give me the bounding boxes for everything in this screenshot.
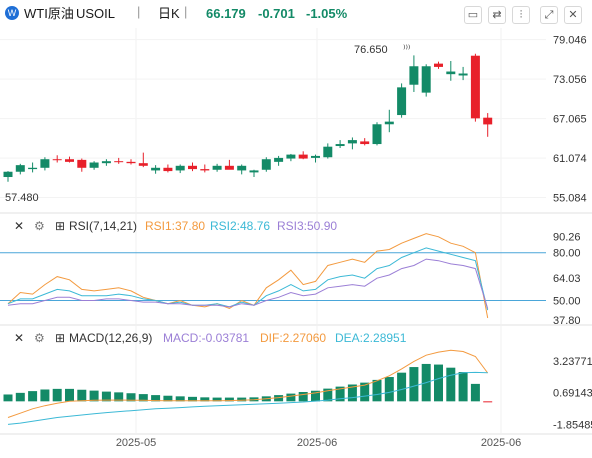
candle-body [212,165,222,170]
candle-body [114,161,124,163]
macd-histogram-bar [15,392,25,402]
x-axis-tick: 2025-06 [481,437,521,449]
candle-body [65,159,74,162]
price-axis-tick: 73.056 [553,74,587,86]
candle-body [483,117,493,125]
rsi-axis-tick: 37.80 [553,315,581,327]
candle-body [409,66,419,85]
rsi-axis-tick: 80.00 [553,248,581,260]
macd-title: MACD(12,26,9) [69,331,153,345]
macd-histogram-bar [89,390,99,402]
high-price-marker: ⁾⁾⁾ [403,44,410,55]
macd-histogram-bar [28,391,38,402]
price-axis-tick: 61.074 [553,153,587,165]
macd-axis-tick: 3.23771 [553,356,592,368]
macd-histogram-bar [286,393,296,402]
candle-body [188,165,197,170]
candle-body [40,159,50,168]
candle-body [421,66,431,93]
candle-body [126,161,136,164]
macd-histogram-bar [409,367,419,402]
candle-body [138,163,148,166]
macd-histogram-bar [372,379,382,402]
candle-body [163,167,173,172]
candle-body [397,87,407,116]
candle-body [384,121,394,125]
price-axis-tick: 55.084 [553,193,587,205]
rsi-settings-icon[interactable]: ⚙ [34,219,45,233]
candle-body [274,157,284,162]
macd-settings-icon[interactable]: ⚙ [34,331,45,345]
macd-histogram-bar [52,388,62,402]
candle-body [52,159,62,161]
macd-toggle-icon[interactable]: ⊞ [55,331,65,345]
candle-body [77,159,87,168]
chart-app: W WTI原油 USOIL | 日K | 66.179 -0.701 -1.05… [0,0,592,458]
rsi-collapse-icon[interactable]: ✕ [14,219,24,233]
macd-histogram-bar [397,372,407,402]
price-candles [3,53,493,182]
macd-histogram-bar [40,389,50,402]
macd-value: MACD:-0.03781 [163,331,250,345]
macd-histogram-bar [3,394,13,402]
dea-value: DEA:2.28951 [335,331,407,345]
candle-body [101,161,111,164]
annotations: 76.650 ⁾⁾⁾ 57.480 [5,44,410,204]
macd-histogram-bar [384,377,394,402]
rsi2-value: RSI2:48.76 [210,219,271,233]
candle-body [360,141,370,145]
candle-body [446,71,456,75]
rsi-line-rsi1 [7,233,489,319]
macd-histogram-bar [446,367,456,402]
rsi-toggle-icon[interactable]: ⊞ [55,219,65,233]
macd-plot [3,349,493,425]
macd-axis-tick: -1.85485 [553,419,592,431]
high-price-label: 76.650 [354,44,388,56]
macd-histogram-bar [470,383,480,402]
rsi1-value: RSI1:37.80 [145,219,206,233]
candle-body [151,167,161,171]
candle-body [28,167,38,170]
candle-body [311,155,320,158]
macd-collapse-icon[interactable]: ✕ [14,331,24,345]
candle-body [347,140,357,144]
candle-body [458,73,468,76]
x-axis-tick: 2025-05 [116,437,156,449]
candle-body [200,169,210,171]
candle-body [249,170,259,173]
price-axis-tick: 67.065 [553,114,587,126]
rsi-axis-tick: 50.00 [553,296,581,308]
rsi3-value: RSI3:50.90 [277,219,338,233]
candle-body [470,55,480,119]
low-price-label: 57.480 [5,192,39,204]
candle-body [175,165,185,171]
rsi-axis-tick: 64.03 [553,273,581,285]
dif-value: DIF:2.27060 [260,331,327,345]
macd-histogram-bar [434,364,443,402]
candle-body [89,162,99,168]
macd-axis-tick: 0.69143 [553,388,592,400]
rsi-title: RSI(7,14,21) [69,219,138,233]
macd-histogram-bar [483,401,493,403]
candle-body [3,171,13,178]
candle-body [237,165,247,171]
candle-body [15,165,25,172]
candle-body [286,154,296,159]
candle-body [335,144,345,147]
macd-histogram-bar [77,389,87,402]
macd-histogram-bar [298,391,308,402]
macd-histogram-bar [458,372,468,402]
rsi-lines [7,233,489,319]
rsi-line-rsi3 [7,258,489,309]
rsi-axis-tick: 90.26 [553,231,581,243]
candle-body [224,165,234,170]
macd-histogram-bar [65,388,74,402]
x-axis-tick: 2025-06 [297,437,337,449]
candle-body [372,124,382,145]
price-axis-tick: 79.046 [553,35,587,47]
candle-body [323,146,333,158]
candle-body [298,154,308,159]
candle-body [434,63,443,67]
candle-body [261,159,271,170]
